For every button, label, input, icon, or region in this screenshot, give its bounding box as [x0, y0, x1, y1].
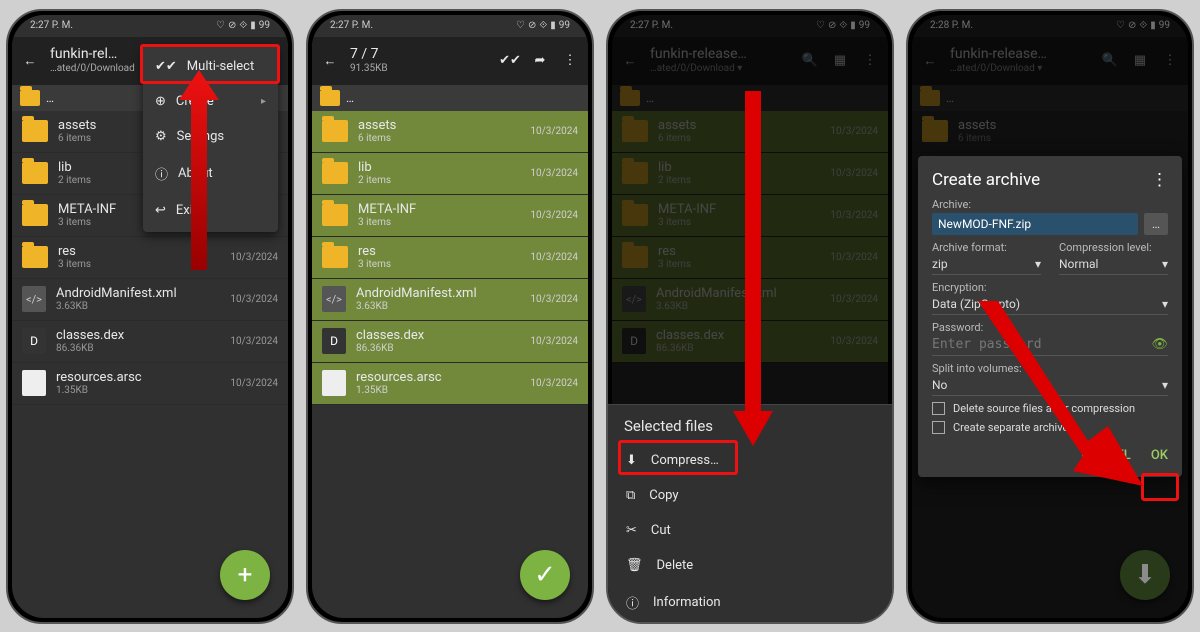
- gear-icon: ⚙: [155, 129, 167, 144]
- password-label: Password:: [932, 321, 1168, 334]
- phone-1: 2:27 P. M. ♡⊘⟐▮99 ← funkin-rel… …ated/0/…: [6, 9, 294, 624]
- chevron-down-icon: ▾: [1162, 378, 1168, 392]
- list-item[interactable]: META-INF3 items10/3/2024: [312, 195, 588, 237]
- select-all-icon[interactable]: ✔✔: [500, 51, 520, 71]
- list-item[interactable]: </>AndroidManifest.xml3.63KB10/3/2024: [12, 279, 288, 321]
- list-item[interactable]: resources.arsc1.35KB10/3/2024: [12, 363, 288, 405]
- sheet-compress[interactable]: ⬇Compress…: [608, 443, 892, 478]
- chevron-down-icon: ▾: [1162, 297, 1168, 311]
- back-icon[interactable]: ←: [20, 51, 40, 71]
- fab-add[interactable]: +: [220, 550, 270, 600]
- share-icon[interactable]: ➦: [530, 51, 550, 71]
- xml-file-icon: </>: [22, 286, 46, 312]
- plus-circle-icon: ⊕: [155, 94, 166, 109]
- dialog-overflow-icon[interactable]: ⋮: [1151, 170, 1168, 190]
- archive-name-input[interactable]: NewMOD-FNF.zip: [932, 213, 1138, 235]
- status-bar: 2:27 P. M. ♡⊘⟐▮99: [12, 15, 288, 37]
- selection-count: 7 / 7: [350, 47, 388, 62]
- password-input[interactable]: Enter password👁: [932, 334, 1168, 356]
- list-item[interactable]: resources.arsc1.35KB10/3/2024: [312, 363, 588, 405]
- create-archive-dialog: Create archive⋮ Archive: NewMOD-FNF.zip …: [918, 156, 1182, 477]
- compress-icon: ⬇: [626, 453, 637, 468]
- breadcrumb[interactable]: …: [312, 85, 588, 111]
- menu-exit[interactable]: ↩Exit: [143, 193, 278, 228]
- phone-2: 2:27 P. M. ♡⊘⟐▮99 ← 7 / 7 91.35KB ✔✔ ➦ ⋮…: [306, 9, 594, 624]
- menu-create[interactable]: ⊕Create▸: [143, 84, 278, 119]
- folder-icon: [322, 246, 348, 268]
- info-icon: ⓘ: [155, 164, 168, 183]
- folder-icon: [22, 246, 48, 268]
- ok-button[interactable]: OK: [1151, 448, 1168, 463]
- sheet-info[interactable]: ⓘInformation: [608, 583, 892, 622]
- overflow-menu: ✔✔Multi-select ⊕Create▸ ⚙Settings ⓘAbout…: [143, 45, 278, 232]
- chevron-down-icon: ▾: [1162, 257, 1168, 271]
- checkbox-icon: [932, 421, 945, 434]
- level-label: Compression level:: [1059, 241, 1168, 254]
- folder-icon: [22, 204, 48, 226]
- level-select[interactable]: Normal▾: [1059, 254, 1168, 275]
- chevron-down-icon: ▾: [1035, 257, 1041, 271]
- sheet-title: Selected files: [608, 405, 892, 443]
- menu-about[interactable]: ⓘAbout: [143, 154, 278, 193]
- list-item[interactable]: lib2 items10/3/2024: [312, 153, 588, 195]
- xml-file-icon: </>: [322, 286, 346, 312]
- title: funkin-rel…: [50, 47, 135, 62]
- bottom-sheet: Selected files ⬇Compress… ⧉Copy ✂Cut 🗑De…: [608, 404, 892, 622]
- breadcrumb-text: …: [46, 91, 54, 105]
- dialog-title: Create archive: [932, 170, 1040, 190]
- top-bar: ← 7 / 7 91.35KB ✔✔ ➦ ⋮: [312, 37, 588, 85]
- list-item[interactable]: res3 items10/3/2024: [12, 237, 288, 279]
- menu-multi-select[interactable]: ✔✔Multi-select: [143, 49, 278, 84]
- sheet-delete[interactable]: 🗑Delete: [608, 548, 892, 583]
- delete-source-checkbox[interactable]: Delete source files after compression: [932, 402, 1168, 415]
- folder-icon: [322, 162, 348, 184]
- browse-button[interactable]: …: [1144, 213, 1168, 235]
- checkbox-icon: [932, 402, 945, 415]
- sheet-copy[interactable]: ⧉Copy: [608, 478, 892, 513]
- phone-3: 2:27 P. M. ♡⊘⟐▮99 ← funkin-release… …ate…: [606, 9, 894, 624]
- encryption-label: Encryption:: [932, 281, 1168, 294]
- trash-icon: 🗑: [626, 558, 643, 573]
- breadcrumb-text: …: [346, 91, 354, 105]
- dex-file-icon: D: [22, 328, 46, 354]
- folder-icon: [22, 162, 48, 184]
- list-item[interactable]: assets6 items10/3/2024: [312, 111, 588, 153]
- dex-file-icon: D: [322, 328, 346, 354]
- chevron-right-icon: ▸: [261, 96, 266, 107]
- selection-size: 91.35KB: [350, 63, 388, 74]
- overflow-icon[interactable]: ⋮: [560, 51, 580, 71]
- list-item[interactable]: </>AndroidManifest.xml3.63KB10/3/2024: [312, 279, 588, 321]
- exit-icon: ↩: [155, 203, 166, 218]
- menu-settings[interactable]: ⚙Settings: [143, 119, 278, 154]
- folder-up-icon: [320, 90, 340, 106]
- cut-icon: ✂: [626, 523, 637, 538]
- file-icon: [22, 370, 46, 396]
- cancel-button[interactable]: CANCEL: [1082, 448, 1131, 463]
- status-bar: 2:27 P. M. ♡⊘⟐▮99: [312, 15, 588, 37]
- list-item[interactable]: res3 items10/3/2024: [312, 237, 588, 279]
- separate-archive-checkbox[interactable]: Create separate archive: [932, 421, 1168, 434]
- split-label: Split into volumes:: [932, 362, 1168, 375]
- split-select[interactable]: No▾: [932, 375, 1168, 396]
- format-label: Archive format:: [932, 241, 1041, 254]
- copy-icon: ⧉: [626, 488, 635, 503]
- encryption-select[interactable]: Data (ZipCrypto)▾: [932, 294, 1168, 315]
- fab-confirm[interactable]: ✓: [520, 550, 570, 600]
- back-icon[interactable]: ←: [320, 51, 340, 71]
- path: …ated/0/Download: [50, 63, 135, 74]
- info-icon: ⓘ: [626, 593, 639, 612]
- folder-icon: [322, 204, 348, 226]
- file-icon: [322, 370, 346, 396]
- format-select[interactable]: zip▾: [932, 254, 1041, 275]
- phone-4: 2:28 P. M. ♡⊘⟐▮99 ← funkin-release… …ate…: [906, 9, 1194, 624]
- list-item[interactable]: Dclasses.dex86.36KB10/3/2024: [12, 321, 288, 363]
- sheet-cut[interactable]: ✂Cut: [608, 513, 892, 548]
- list-item[interactable]: Dclasses.dex86.36KB10/3/2024: [312, 321, 588, 363]
- folder-up-icon: [20, 90, 40, 106]
- folder-icon: [322, 120, 348, 142]
- multi-select-icon: ✔✔: [155, 59, 177, 74]
- folder-icon: [22, 120, 48, 142]
- eye-icon[interactable]: 👁: [1151, 337, 1168, 352]
- archive-label: Archive:: [932, 198, 1168, 211]
